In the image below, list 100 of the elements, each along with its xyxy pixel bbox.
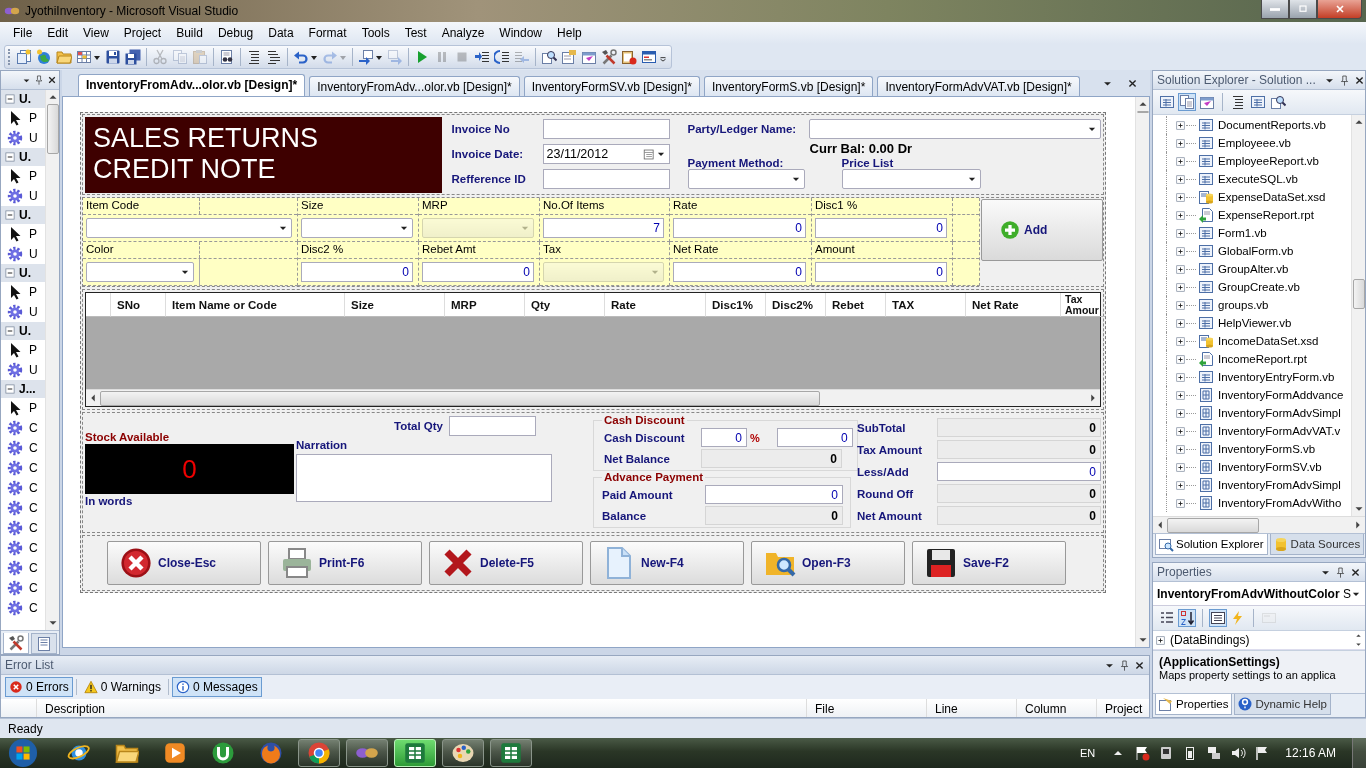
collapse-icon[interactable] [4,325,16,337]
action-button[interactable]: Print-F6 [268,541,422,585]
column-header[interactable]: Column [1017,699,1097,717]
scrollbar[interactable] [86,389,1100,406]
action-button[interactable]: Open-F3 [751,541,905,585]
action-button[interactable]: Close-Esc [107,541,261,585]
navigate-back-icon[interactable] [358,49,383,65]
gear-icon[interactable] [7,600,23,616]
expand-icon[interactable] [1175,479,1186,491]
gear-icon[interactable] [7,440,23,456]
toolbox-item[interactable]: P [29,169,37,183]
new-project-icon[interactable] [16,49,32,65]
globe-icon[interactable] [36,49,52,65]
gear-icon[interactable] [7,560,23,576]
number-field[interactable]: 0 [815,218,947,238]
toolbox-item[interactable]: P [29,227,37,241]
group-header[interactable]: U. [1,322,45,340]
step-icon[interactable] [474,49,490,65]
categorized-icon[interactable] [1159,610,1175,626]
volume-icon[interactable] [1230,745,1247,761]
expand-icon[interactable] [1175,227,1186,239]
pin-icon[interactable] [1119,659,1130,671]
close-button[interactable] [1317,0,1362,19]
expand-icon[interactable] [1175,335,1186,347]
toolbox-item[interactable]: P [29,343,37,357]
expand-icon[interactable] [1175,245,1186,257]
group-header[interactable]: U. [1,90,45,108]
grid-icon[interactable] [76,49,101,65]
file-name[interactable]: InventoryFormAdvVAT.v [1218,425,1341,437]
gear-icon[interactable] [7,580,23,596]
column-header[interactable]: Line [927,699,1017,717]
expand-icon[interactable] [1175,425,1186,437]
start-button[interactable] [8,738,38,768]
file-name[interactable]: IncomeDataSet.xsd [1218,335,1319,347]
toolbox-item[interactable]: P [29,285,37,299]
expand-icon[interactable] [1175,209,1186,221]
expand-icon[interactable] [1175,461,1186,473]
gear-icon[interactable] [7,460,23,476]
toolbox-item[interactable]: C [29,561,38,575]
scrollbar[interactable] [1351,115,1365,516]
collapse-icon[interactable] [4,267,16,279]
number-field[interactable]: 0 [705,485,843,504]
number-field[interactable]: 0 [673,218,806,238]
expand-icon[interactable] [1175,353,1186,365]
folder-icon[interactable] [56,49,72,65]
number-field[interactable]: 0 [301,262,413,282]
file-name[interactable]: InventoryFormAddvance [1218,389,1344,401]
scroll-thumb[interactable] [1137,111,1149,113]
file-name[interactable]: EmployeeReport.vb [1218,155,1319,167]
panel-tab[interactable]: Properties [1155,694,1233,715]
file-name[interactable]: InventoryFormSV.vb [1218,461,1322,473]
save-icon[interactable] [105,49,121,65]
gear-icon[interactable] [7,420,23,436]
file-name[interactable]: GlobalForm.vb [1218,245,1294,257]
collapse-icon[interactable] [4,93,16,105]
document-tab[interactable]: InventoryFormS.vb [Design]* [703,76,874,96]
gear-icon[interactable] [7,304,23,320]
expand-icon[interactable] [1175,497,1186,509]
close-icon[interactable] [1127,77,1138,89]
file-name[interactable]: InventoryEntryForm.vb [1218,371,1335,383]
action-button[interactable]: Save-F2 [912,541,1066,585]
file-name[interactable]: GroupAlter.vb [1218,263,1289,275]
scroll-thumb[interactable] [1353,279,1365,309]
file-name[interactable]: InventoryFromAdvWitho [1218,497,1342,509]
menu-item[interactable]: Debug [210,24,262,42]
toolbox-item[interactable]: P [29,401,37,415]
toolbox-item[interactable]: U [29,131,38,145]
menu-item[interactable]: Build [169,24,211,42]
scroll-thumb[interactable] [100,390,820,406]
menu-item[interactable]: View [76,24,117,42]
undo-icon[interactable] [293,49,318,65]
filter-button[interactable]: 0 Warnings [79,677,165,697]
number-field[interactable]: 0 [701,428,747,447]
sort-icon[interactable] [1179,610,1195,626]
toolbox-item[interactable]: U [29,247,38,261]
menu-item[interactable]: Format [301,24,355,42]
menu-item[interactable]: Test [397,24,435,42]
clipboard-icon[interactable] [621,49,637,65]
documents-icon[interactable] [1179,94,1195,110]
number-field[interactable]: 7 [543,218,664,238]
pin-icon[interactable] [1338,74,1350,86]
toolbox-item[interactable]: C [29,421,38,435]
file-name[interactable]: InventoryFromAdvSimpl [1218,479,1341,491]
file-name[interactable]: IncomeReport.rpt [1218,353,1307,365]
expand-icon[interactable] [1175,317,1186,329]
panel-tab[interactable]: Dynamic Help [1234,694,1331,715]
panel-tab[interactable]: Solution Explorer [1155,534,1268,555]
clock[interactable]: 12:16 AM [1285,746,1336,760]
scroll-thumb[interactable] [47,104,59,154]
minimize-button[interactable] [1261,0,1289,19]
filter-button[interactable]: 0 Errors [5,677,73,697]
gear-icon[interactable] [7,500,23,516]
gear-icon[interactable] [7,246,23,262]
scrollbar[interactable] [1135,97,1149,647]
properties-icon[interactable] [561,49,577,65]
expand-icon[interactable] [1175,191,1186,203]
add-button[interactable]: Add [981,199,1103,261]
expand-icon[interactable] [1175,173,1186,185]
toolbox-item[interactable]: C [29,581,38,595]
panel-tab[interactable]: Data Sources [1269,534,1365,555]
